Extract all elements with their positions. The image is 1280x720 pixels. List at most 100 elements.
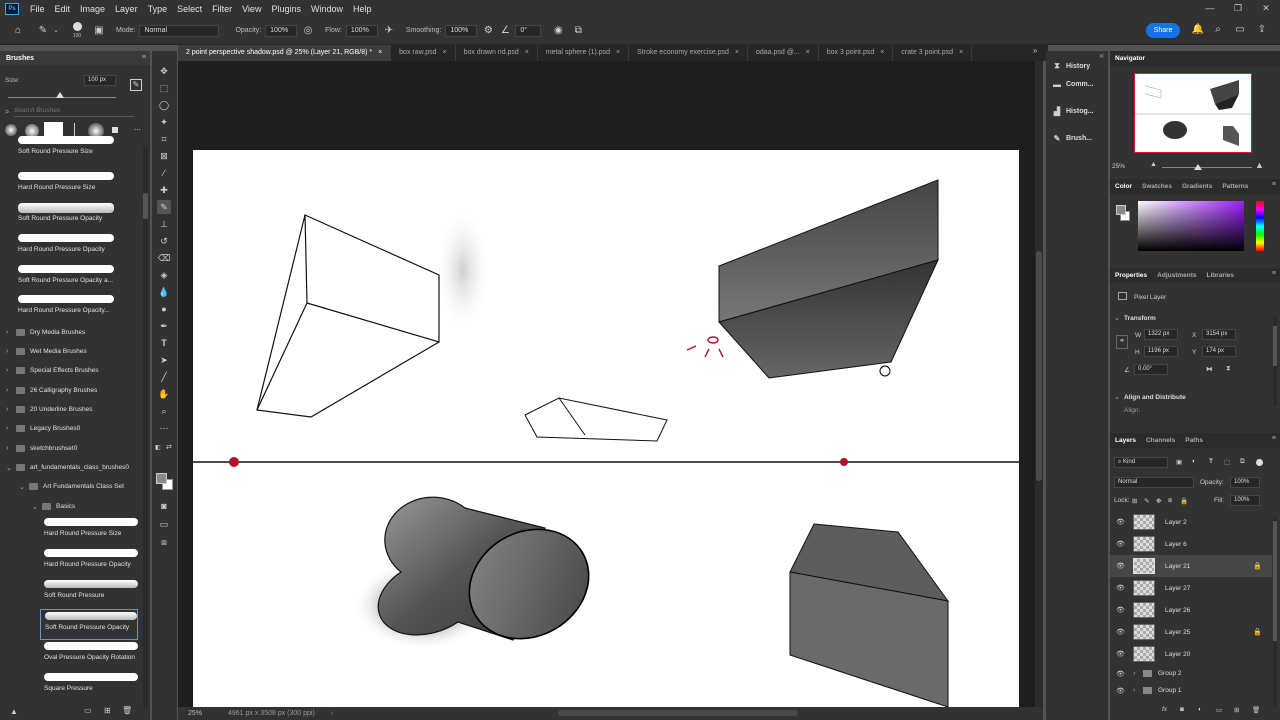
layer-row[interactable]: 👁 Layer 20 bbox=[1110, 643, 1272, 665]
close-icon[interactable]: ✕ bbox=[1252, 0, 1280, 17]
gear-icon[interactable]: ⚙ bbox=[481, 25, 495, 36]
tab-document[interactable]: box raw.psd × bbox=[391, 45, 456, 61]
brush-item[interactable]: Hard Round Pressure Opacity bbox=[14, 232, 118, 263]
menu-view[interactable]: View bbox=[237, 4, 266, 14]
share-document-icon[interactable]: ⇪ bbox=[1256, 24, 1268, 35]
eye-icon[interactable]: 👁 bbox=[1116, 562, 1125, 570]
color-picker-field[interactable] bbox=[1138, 201, 1244, 251]
chevron-right-icon[interactable]: › bbox=[1133, 670, 1141, 677]
eraser-tool-icon[interactable]: ⌫ bbox=[157, 251, 171, 265]
brush-folder[interactable]: ⌄ art_fundamentals_class_brushes0 bbox=[6, 458, 129, 477]
filter-toggle-icon[interactable] bbox=[1256, 459, 1263, 466]
quick-mask-icon[interactable]: ◙ bbox=[157, 499, 171, 513]
brush-item[interactable]: Square Pressure bbox=[40, 671, 138, 702]
tab-adjustments[interactable]: Adjustments bbox=[1152, 272, 1201, 279]
flow-input[interactable]: 100% bbox=[345, 24, 378, 37]
layer-row[interactable]: 👁 Layer 6 bbox=[1110, 533, 1272, 555]
new-folder-icon[interactable]: ▭ bbox=[84, 706, 92, 715]
brush-item[interactable]: Soft Round Pressure Opacity a... bbox=[14, 263, 118, 294]
tab-document[interactable]: odaa.psd @... × bbox=[748, 45, 819, 61]
document-canvas[interactable] bbox=[193, 150, 1019, 707]
foreground-color-swatch[interactable] bbox=[1116, 205, 1126, 215]
recent-brush-6[interactable] bbox=[112, 127, 118, 133]
brush-folder[interactable]: › Wet Media Brushes bbox=[6, 342, 87, 361]
brush-preset-picker[interactable]: 100 bbox=[66, 19, 88, 43]
lock-position-icon[interactable]: ✥ bbox=[1156, 497, 1161, 505]
brush-item[interactable]: Oval Pressure Opacity Rotation bbox=[40, 640, 138, 671]
line-tool-icon[interactable]: ╱ bbox=[157, 370, 171, 384]
bucket-tool-icon[interactable]: ◈ bbox=[157, 268, 171, 282]
y-input[interactable]: 174 px bbox=[1202, 346, 1236, 357]
brush-pencil-icon[interactable]: ✎ bbox=[130, 79, 142, 91]
canvas-horizontal-scrollbar[interactable] bbox=[558, 710, 798, 716]
menu-type[interactable]: Type bbox=[143, 4, 173, 14]
move-tool-icon[interactable]: ✥ bbox=[157, 64, 171, 78]
link-icon[interactable]: ⚭ bbox=[1116, 335, 1128, 349]
eye-icon[interactable]: 👁 bbox=[1116, 584, 1125, 592]
edit-toolbar-icon[interactable]: ⧈ bbox=[157, 535, 171, 549]
tab-paths[interactable]: Paths bbox=[1180, 437, 1208, 444]
filter-smart-object-icon[interactable]: ⧉ bbox=[1240, 458, 1245, 466]
brush-folder[interactable]: › sketchbrushset0 bbox=[6, 439, 77, 458]
tabs-overflow-icon[interactable]: » bbox=[1033, 46, 1037, 55]
swap-colors-icon[interactable]: ⇄ bbox=[166, 443, 172, 451]
minimize-icon[interactable]: — bbox=[1196, 0, 1224, 17]
height-input[interactable]: 1196 px bbox=[1144, 346, 1178, 357]
recent-brush-1[interactable] bbox=[5, 124, 17, 136]
align-section[interactable]: Align and Distribute bbox=[1124, 394, 1186, 401]
brush-folder[interactable]: ⌄ Art Fundamentals Class Set bbox=[19, 477, 124, 496]
canvas-area[interactable] bbox=[178, 61, 1035, 707]
eye-icon[interactable]: 👁 bbox=[1116, 606, 1125, 614]
layer-row[interactable]: 👁 Layer 25 🔒 bbox=[1110, 621, 1272, 643]
lock-artboard-icon[interactable]: ⧈ bbox=[1168, 497, 1172, 505]
dodge-tool-icon[interactable]: ● bbox=[157, 302, 171, 316]
chevron-right-icon[interactable]: › bbox=[1133, 687, 1141, 694]
stamp-tool-icon[interactable]: ⊥ bbox=[157, 217, 171, 231]
eye-icon[interactable]: 👁 bbox=[1116, 628, 1125, 636]
opacity-input[interactable]: 100% bbox=[265, 24, 298, 37]
tab-patterns[interactable]: Patterns bbox=[1217, 183, 1253, 190]
menu-image[interactable]: Image bbox=[75, 4, 110, 14]
tab-document[interactable]: box drawn nd.psd × bbox=[456, 45, 538, 61]
layer-row[interactable]: 👁 Layer 2 bbox=[1110, 511, 1272, 533]
size-input[interactable]: 100 px bbox=[84, 75, 116, 86]
tab-properties[interactable]: Properties bbox=[1110, 272, 1152, 279]
menu-filter[interactable]: Filter bbox=[207, 4, 237, 14]
flip-horizontal-icon[interactable]: ⧓ bbox=[1206, 365, 1213, 373]
comments-panel-button[interactable]: ▬ Comm... bbox=[1052, 80, 1094, 89]
tab-document[interactable]: crate 3 point.psd × bbox=[893, 45, 973, 61]
menu-layer[interactable]: Layer bbox=[110, 4, 143, 14]
filter-pixel-icon[interactable]: ▣ bbox=[1176, 458, 1182, 466]
pressure-opacity-icon[interactable]: ◎ bbox=[301, 25, 315, 36]
brush-folder[interactable]: › Dry Media Brushes bbox=[6, 323, 85, 342]
brush-item[interactable]: Soft Round Pressure Size bbox=[14, 136, 118, 171]
hue-slider[interactable] bbox=[1256, 201, 1264, 251]
blend-mode-select[interactable]: Normal bbox=[1114, 477, 1194, 488]
tab-document[interactable]: Stroke economy exercise.psd × bbox=[629, 45, 748, 61]
brush-item[interactable]: Soft Round Pressure bbox=[40, 578, 138, 609]
more-icon[interactable]: ⋯ bbox=[134, 126, 141, 134]
type-tool-icon[interactable]: T bbox=[157, 336, 171, 350]
marquee-tool-icon[interactable]: ⬚ bbox=[157, 81, 171, 95]
zoom-level[interactable]: 25% bbox=[188, 710, 218, 717]
quick-select-tool-icon[interactable]: ✦ bbox=[157, 115, 171, 129]
navigator-zoom-slider[interactable] bbox=[1162, 167, 1252, 168]
layer-opacity-input[interactable]: 100% bbox=[1230, 477, 1260, 488]
hand-tool-icon[interactable]: ✋ bbox=[157, 387, 171, 401]
filter-shape-icon[interactable]: ⬚ bbox=[1224, 458, 1230, 466]
panel-menu-icon[interactable]: ≡ bbox=[142, 54, 146, 61]
history-brush-tool-icon[interactable]: ↺ bbox=[157, 234, 171, 248]
width-input[interactable]: 1322 px bbox=[1144, 329, 1178, 340]
tab-channels[interactable]: Channels bbox=[1141, 437, 1180, 444]
mode-select[interactable]: Normal bbox=[139, 24, 220, 37]
tab-color[interactable]: Color bbox=[1110, 183, 1137, 190]
zoom-out-icon[interactable]: ▲ bbox=[1150, 161, 1157, 168]
eyedropper-tool-icon[interactable]: ⁄ bbox=[157, 166, 171, 180]
navigator-zoom[interactable]: 25% bbox=[1112, 163, 1125, 170]
more-tools-icon[interactable]: ⋯ bbox=[157, 421, 171, 435]
canvas-vertical-scrollbar[interactable] bbox=[1035, 61, 1043, 707]
menu-window[interactable]: Window bbox=[306, 4, 348, 14]
toggle-preview-icon[interactable]: ▲ bbox=[10, 707, 18, 716]
zoom-tool-icon[interactable]: ⌕ bbox=[157, 404, 171, 418]
home-icon[interactable]: ⌂ bbox=[8, 25, 28, 36]
